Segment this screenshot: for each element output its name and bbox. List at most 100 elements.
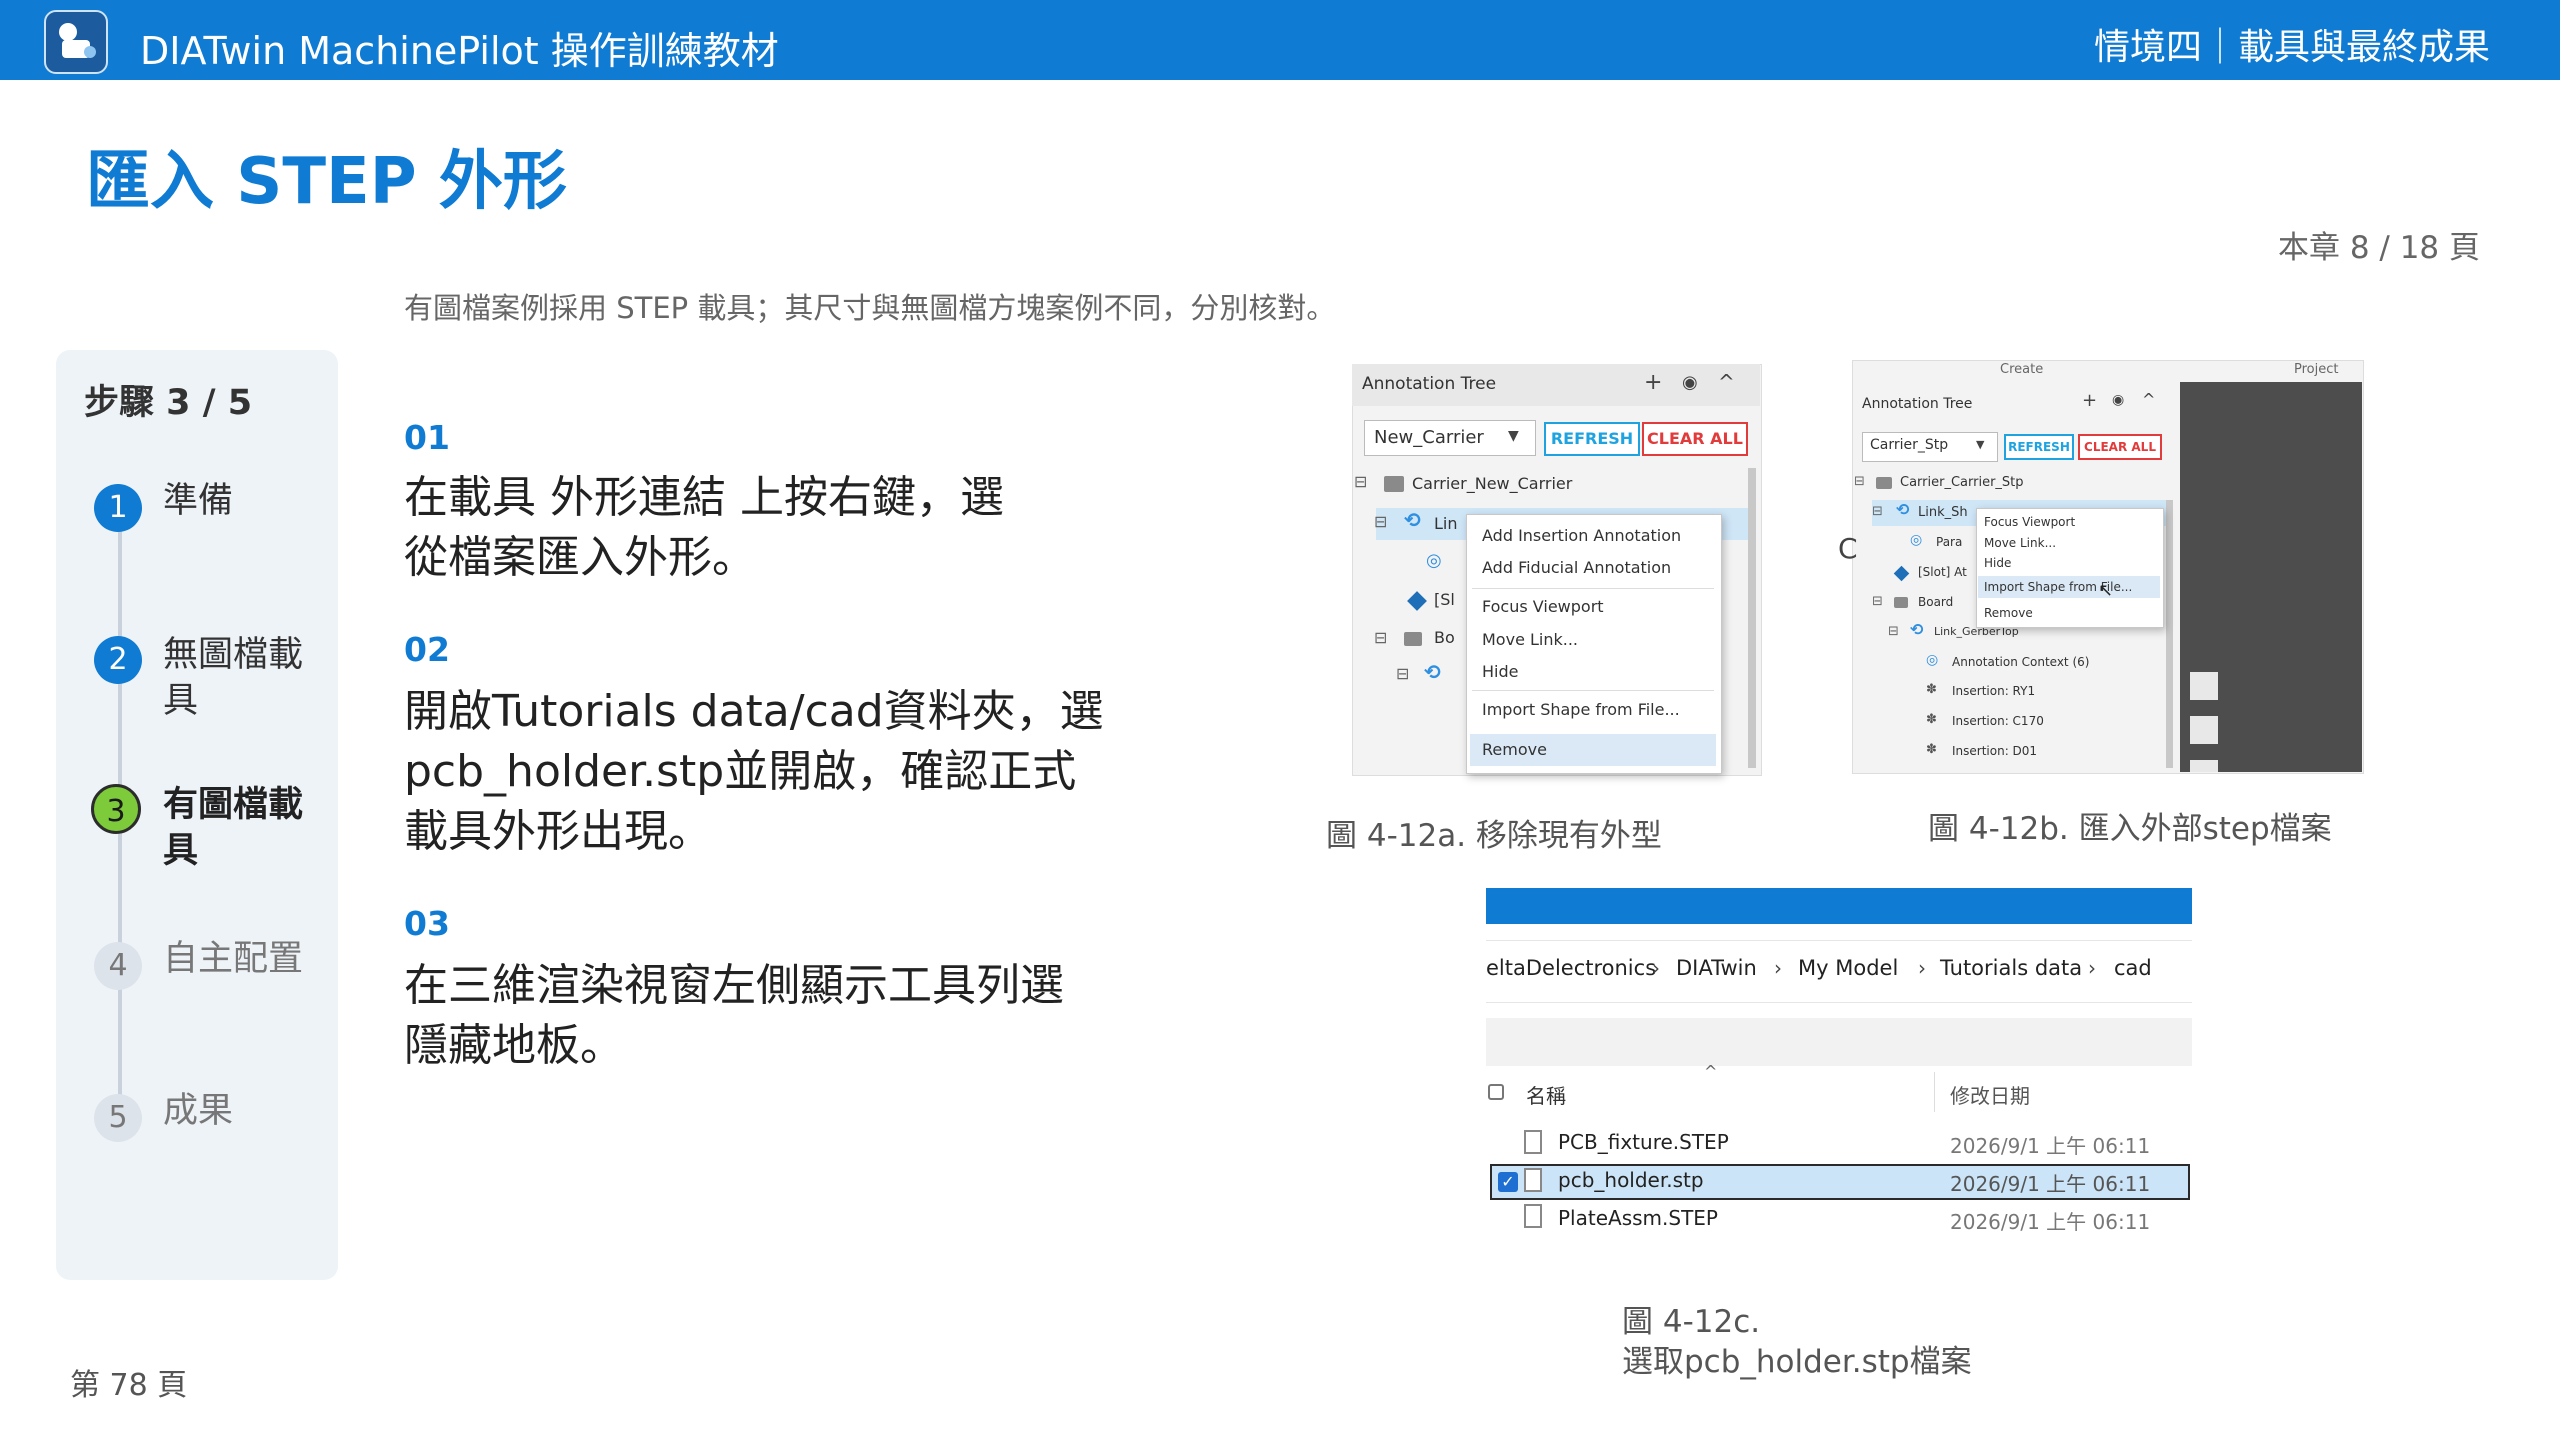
expand-icon[interactable]: ⊟ — [1374, 512, 1387, 531]
hide-floor-icon[interactable] — [2190, 760, 2218, 772]
expand-icon[interactable]: ⊟ — [1872, 594, 1883, 609]
target-icon: ◎ — [1926, 652, 1939, 668]
chevron-right-icon: › — [2088, 956, 2096, 980]
chevron-right-icon: › — [1774, 956, 1782, 980]
intro-text: 有圖檔案例採用 STEP 載具；其尺寸與無圖檔方塊案例不同，分別核對。 — [404, 291, 1336, 325]
expand-icon[interactable]: ⊟ — [1354, 472, 1367, 491]
step-02-text: 開啟Tutorials data/cad資料夾，選pcb_holder.stp並… — [404, 686, 1104, 857]
viewport-center-icon[interactable] — [2190, 716, 2218, 744]
menu-divider — [1472, 690, 1714, 691]
step-1-number[interactable]: 1 — [94, 484, 142, 532]
collapse-icon[interactable]: ^ — [1718, 370, 1735, 394]
menu-item-remove[interactable]: Remove — [1984, 606, 2033, 620]
link-icon: ⟲ — [1424, 660, 1441, 684]
expand-icon[interactable]: ⊟ — [1872, 504, 1883, 519]
breadcrumb-5[interactable]: cad — [2114, 956, 2152, 980]
step-5-label[interactable]: 成果 — [163, 1088, 323, 1134]
figure-b-row-board[interactable]: Board — [1918, 595, 1953, 609]
figure-a-caption: 圖 4-12a. 移除現有外型 — [1326, 818, 1662, 854]
menu-item-add-fiducial[interactable]: Add Fiducial Annotation — [1482, 558, 1671, 577]
insertion-icon: ✽ — [1926, 712, 1937, 727]
breadcrumb-2[interactable]: DIATwin — [1676, 956, 1757, 980]
figure-c-toolbar — [1486, 1018, 2192, 1066]
figure-b-3d-viewport — [2180, 382, 2362, 772]
insertion-icon: ✽ — [1926, 682, 1937, 697]
figure-b-row-annotation-context[interactable]: Annotation Context (6) — [1952, 655, 2089, 669]
figure-b-row-insertion-d01[interactable]: Insertion: D01 — [1952, 744, 2037, 758]
target-icon: ◎ — [1910, 532, 1923, 548]
figure-b-clear-all-button[interactable]: CLEAR ALL — [2078, 434, 2162, 460]
mouse-cursor-icon: ↖ — [2098, 580, 2114, 601]
menu-item-move-link[interactable]: Move Link... — [1482, 630, 1578, 649]
file-name-3[interactable]: PlateAssm.STEP — [1558, 1206, 1718, 1230]
menu-item-move-link[interactable]: Move Link... — [1984, 536, 2056, 550]
file-name-1[interactable]: PCB_fixture.STEP — [1558, 1130, 1729, 1154]
menu-item-remove[interactable]: Remove — [1482, 740, 1547, 759]
menu-divider — [1472, 588, 1714, 589]
figure-b-row-slot[interactable]: [Slot] At — [1918, 565, 1967, 579]
figure-a-refresh-button[interactable]: REFRESH — [1544, 422, 1640, 456]
figure-a-link-row[interactable]: Lin — [1434, 514, 1458, 533]
menu-item-hide[interactable]: Hide — [1482, 662, 1518, 681]
figure-b-tree-title: Annotation Tree — [1862, 396, 1973, 412]
menu-item-add-insertion[interactable]: Add Insertion Annotation — [1482, 526, 1681, 545]
step-3-number-current[interactable]: 3 — [91, 784, 141, 834]
scrollbar[interactable] — [1748, 468, 1756, 768]
figure-c-caption-line2: 選取pcb_holder.stp檔案 — [1622, 1344, 1972, 1380]
app-logo-icon — [44, 10, 108, 74]
scrollbar[interactable] — [2166, 500, 2173, 768]
eye-icon[interactable]: ◉ — [2112, 392, 2124, 408]
figure-b-row-carrier[interactable]: Carrier_Carrier_Stp — [1900, 475, 2024, 490]
figure-a-clear-all-button[interactable]: CLEAR ALL — [1642, 422, 1748, 456]
add-icon[interactable]: + — [1644, 370, 1662, 395]
step-02-number: 02 — [404, 630, 450, 669]
step-2-number[interactable]: 2 — [94, 636, 142, 684]
chapter-page-counter: 本章 8 / 18 頁 — [2277, 230, 2480, 266]
link-icon: ⟲ — [1910, 620, 1924, 639]
menu-item-focus-viewport[interactable]: Focus Viewport — [1984, 515, 2075, 529]
step-3-label-current[interactable]: 有圖檔載具 — [163, 782, 323, 874]
divider — [1486, 1002, 2192, 1003]
figure-b-refresh-button[interactable]: REFRESH — [2004, 434, 2074, 460]
figure-c-col-name[interactable]: 名稱 — [1526, 1080, 1566, 1109]
menu-item-import-shape[interactable]: Import Shape from File... — [1482, 700, 1680, 719]
step-4-number[interactable]: 4 — [94, 942, 142, 990]
figure-b-row-insertion-c170[interactable]: Insertion: C170 — [1952, 714, 2044, 728]
figure-b-stray-letter: C — [1838, 532, 1858, 565]
breadcrumb-3[interactable]: My Model — [1798, 956, 1898, 980]
add-icon[interactable]: + — [2082, 390, 2097, 411]
expand-icon[interactable]: ⊟ — [1854, 474, 1865, 489]
file-name-2[interactable]: pcb_holder.stp — [1558, 1168, 1704, 1192]
step-1-label[interactable]: 準備 — [163, 478, 323, 524]
checkbox-checked-icon[interactable]: ✓ — [1498, 1172, 1518, 1192]
select-all-checkbox[interactable] — [1488, 1084, 1504, 1100]
figure-b-row-insertion-ry1[interactable]: Insertion: RY1 — [1952, 684, 2035, 698]
step-5-number[interactable]: 5 — [94, 1094, 142, 1142]
viewport-fit-icon[interactable] — [2190, 672, 2218, 700]
collapse-icon[interactable]: ^ — [2142, 390, 2155, 409]
breadcrumb-1[interactable]: eltaDelectronics — [1486, 956, 1656, 980]
step-heading: 步驟 3 / 5 — [84, 383, 253, 423]
figure-c-col-date[interactable]: 修改日期 — [1950, 1080, 2030, 1109]
figure-a-board-row[interactable]: Bo — [1434, 628, 1455, 647]
figure-a-carrier-row[interactable]: Carrier_New_Carrier — [1412, 474, 1572, 493]
eye-icon[interactable]: ◉ — [1682, 372, 1698, 393]
step-4-label[interactable]: 自主配置 — [163, 936, 323, 982]
insertion-icon: ✽ — [1926, 742, 1937, 757]
file-icon — [1524, 1204, 1542, 1228]
expand-icon[interactable]: ⊟ — [1888, 624, 1899, 639]
step-03-number: 03 — [404, 904, 450, 943]
step-2-label[interactable]: 無圖檔載具 — [163, 632, 323, 724]
menu-item-hide[interactable]: Hide — [1984, 556, 2011, 570]
step-03-text: 在三維渲染視窗左側顯示工具列選隱藏地板。 — [404, 960, 1064, 1071]
menu-item-focus-viewport[interactable]: Focus Viewport — [1482, 597, 1604, 616]
expand-icon[interactable]: ⊟ — [1374, 628, 1387, 647]
file-date-2: 2026/9/1 上午 06:11 — [1950, 1172, 2151, 1196]
breadcrumb-4[interactable]: Tutorials data — [1940, 956, 2082, 980]
figure-b-row-para[interactable]: Para — [1936, 535, 1962, 549]
step-01-number: 01 — [404, 418, 450, 457]
expand-icon[interactable]: ⊟ — [1396, 664, 1409, 683]
figure-a-slot-row[interactable]: [Sl — [1434, 590, 1455, 609]
figure-b-row-link[interactable]: Link_Sh — [1918, 505, 1968, 520]
target-icon: ◎ — [1426, 550, 1442, 571]
